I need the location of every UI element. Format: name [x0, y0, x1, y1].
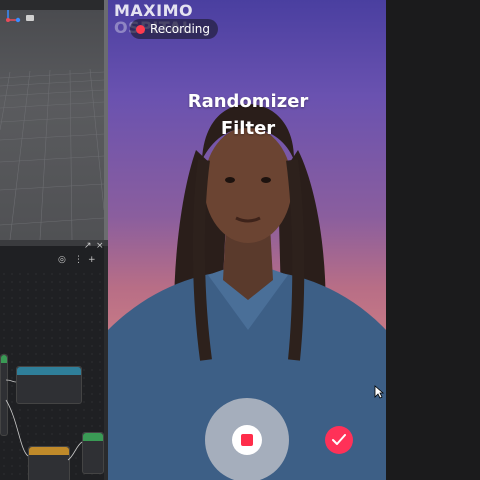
grid-floor	[0, 68, 104, 240]
axis-gizmo-icon[interactable]	[0, 10, 40, 28]
stop-button-inner	[232, 425, 262, 455]
stop-recording-button[interactable]	[205, 398, 289, 480]
more-icon[interactable]: ⋮	[74, 254, 83, 266]
node-canvas[interactable]	[0, 270, 104, 480]
node-toolbar: ◎ ⋮ + ↗ ×	[0, 241, 104, 268]
camera-preview: MAXIMO OSPITAL Recording Randomizer Filt…	[108, 0, 386, 480]
confirm-button[interactable]	[325, 426, 353, 454]
checkmark-icon	[332, 434, 346, 445]
3d-viewport[interactable]	[0, 10, 104, 240]
empty-background	[386, 0, 480, 480]
filter-title-line2: Filter	[220, 118, 276, 139]
stop-icon	[241, 434, 253, 446]
add-icon[interactable]: +	[88, 254, 96, 266]
editor-panel: ◎ ⋮ + ↗ ×	[0, 0, 108, 480]
watermark-line1: MAXIMO	[114, 1, 194, 20]
close-icon[interactable]: ×	[96, 240, 104, 252]
node-wires	[5, 379, 83, 461]
scene-icon[interactable]: ◎	[58, 254, 66, 266]
record-dot-icon	[136, 24, 145, 34]
external-link-icon[interactable]: ↗	[84, 240, 92, 252]
mouse-cursor-icon	[374, 385, 384, 399]
recording-indicator: Recording	[130, 19, 219, 39]
filter-title-line1: Randomizer	[187, 91, 309, 112]
recording-label: Recording	[150, 22, 211, 36]
filter-title: Randomizer Filter	[168, 88, 328, 142]
